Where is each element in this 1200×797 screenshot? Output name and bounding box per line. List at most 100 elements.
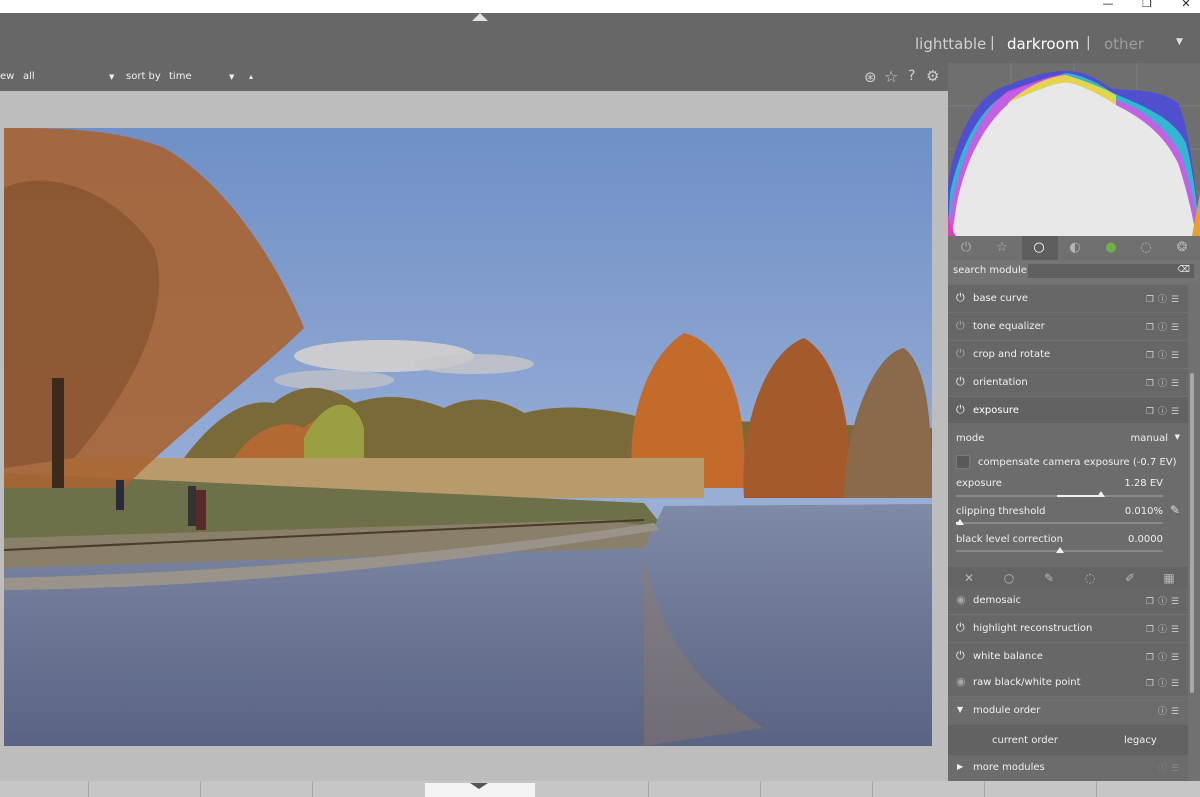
collapse-top-panel-icon[interactable] xyxy=(472,13,488,21)
black-level-slider-handle[interactable] xyxy=(1055,547,1064,553)
chevron-down-icon[interactable]: ▼ xyxy=(1176,37,1183,47)
circle-icon[interactable]: ○ xyxy=(1031,240,1047,256)
search-input[interactable] xyxy=(1028,264,1194,278)
clipping-value[interactable]: 0.010% xyxy=(1125,506,1163,517)
star-icon[interactable]: ☆ xyxy=(884,67,898,86)
shape-icon[interactable]: ◌ xyxy=(1138,240,1154,256)
star-icon[interactable]: ☆ xyxy=(994,240,1010,256)
module-actions-icons[interactable]: ❐ⓘ☰ xyxy=(1146,676,1183,689)
sort-select[interactable]: time xyxy=(169,71,192,82)
sort-label: sort by xyxy=(126,71,161,82)
power-icon[interactable]: ⏻ xyxy=(956,375,965,389)
module-tone-equalizer[interactable]: ⏻ tone equalizer ❐ⓘ☰ xyxy=(948,313,1188,341)
view-lighttable[interactable]: lighttable xyxy=(915,35,986,53)
module-highlight-reconstruction[interactable]: ⏻ highlight reconstruction ❐ⓘ☰ xyxy=(948,615,1188,643)
power-icon[interactable]: ⏻ xyxy=(956,347,965,361)
black-level-label: black level correction xyxy=(956,534,1063,545)
drawn-icon[interactable]: ✎ xyxy=(1040,571,1058,585)
module-actions-icons[interactable]: ❐ⓘ☰ xyxy=(1146,348,1183,361)
chevron-down-icon[interactable]: ▼ xyxy=(1175,433,1180,441)
clipping-slider[interactable] xyxy=(956,522,1163,524)
module-actions-icons[interactable]: ❐ⓘ☰ xyxy=(1146,292,1183,305)
current-order-label: current order xyxy=(992,735,1058,746)
color-icon[interactable]: ● xyxy=(1103,240,1119,256)
close-button[interactable]: ✕ xyxy=(1176,0,1196,10)
effects-icon[interactable]: ❂ xyxy=(1174,240,1190,256)
module-raw-black-white-point[interactable]: ◉ raw black/white point ❐ⓘ☰ xyxy=(948,669,1188,697)
right-panel-scrollbar[interactable] xyxy=(1190,373,1194,693)
exposure-value[interactable]: 1.28 EV xyxy=(1124,478,1163,489)
module-demosaic[interactable]: ◉ demosaic ❐ⓘ☰ xyxy=(948,587,1188,615)
compensate-checkbox[interactable] xyxy=(956,455,970,469)
module-name: crop and rotate xyxy=(973,349,1051,360)
module-actions-icons[interactable]: ❐ⓘ☰ xyxy=(1146,376,1183,389)
order-preset-value[interactable]: legacy xyxy=(1124,735,1157,746)
module-name: exposure xyxy=(973,405,1019,416)
parametric-icon[interactable]: ◌ xyxy=(1081,571,1099,585)
power-icon[interactable]: ⏻ xyxy=(956,319,965,333)
view-separator: | xyxy=(1086,35,1091,51)
power-icon[interactable]: ⏻ xyxy=(958,240,974,256)
more-modules-label: more modules xyxy=(973,762,1045,773)
power-icon[interactable]: ⏻ xyxy=(956,649,965,663)
view-filter-select[interactable]: all xyxy=(23,71,35,82)
clear-search-icon[interactable]: ⌫ xyxy=(1177,265,1190,275)
power-icon[interactable]: ⏻ xyxy=(956,403,965,417)
help-icon[interactable]: ? xyxy=(908,68,915,84)
exposure-slider[interactable] xyxy=(956,495,1163,497)
view-filter-label: ew xyxy=(0,71,15,82)
exposure-slider-handle[interactable] xyxy=(1096,491,1105,497)
module-order-row: current order legacy xyxy=(948,725,1188,755)
raster-icon[interactable]: ▦ xyxy=(1160,571,1178,585)
module-actions-icons[interactable]: ❐ⓘ☰ xyxy=(1146,320,1183,333)
module-actions-icons[interactable]: ❐ⓘ☰ xyxy=(1146,594,1183,607)
module-actions-icons[interactable]: ⓘ☰ xyxy=(1158,704,1183,717)
minimize-button[interactable]: — xyxy=(1098,0,1118,10)
view-other[interactable]: other xyxy=(1104,35,1144,53)
module-actions-icons[interactable]: ❐ⓘ☰ xyxy=(1146,404,1183,417)
expand-triangle-icon[interactable]: ▶ xyxy=(957,762,963,771)
view-darkroom[interactable]: darkroom xyxy=(1007,35,1079,53)
expand-triangle-icon[interactable]: ▼ xyxy=(957,705,963,714)
more-modules-section[interactable]: ▶ more modules ⓘ☰ xyxy=(948,755,1188,781)
module-name: demosaic xyxy=(973,595,1021,606)
display-icon[interactable]: ⊛ xyxy=(864,68,877,86)
module-name: orientation xyxy=(973,377,1028,388)
module-actions-icons[interactable]: ⓘ☰ xyxy=(1158,761,1183,774)
module-exposure[interactable]: ⏻ exposure ❐ⓘ☰ xyxy=(948,397,1188,425)
search-module-row: search module ⌫ xyxy=(948,260,1200,283)
image-preview[interactable] xyxy=(4,128,932,746)
gear-icon[interactable]: ⚙ xyxy=(926,67,939,85)
halftone-icon[interactable]: ◐ xyxy=(1067,240,1083,256)
module-actions-icons[interactable]: ❐ⓘ☰ xyxy=(1146,650,1183,663)
module-crop-and-rotate[interactable]: ⏻ crop and rotate ❐ⓘ☰ xyxy=(948,341,1188,369)
bottom-separator xyxy=(984,781,985,797)
power-icon[interactable]: ⏻ xyxy=(956,291,965,305)
uniform-icon[interactable]: ○ xyxy=(1000,571,1018,585)
exposure-slider-fill xyxy=(1056,495,1101,497)
search-label: search module xyxy=(953,265,1027,276)
color-picker-icon[interactable]: ✎ xyxy=(1170,503,1180,517)
histogram[interactable] xyxy=(948,63,1200,237)
collapse-bottom-panel-icon[interactable] xyxy=(470,783,488,789)
module-orientation[interactable]: ⏻ orientation ❐ⓘ☰ xyxy=(948,369,1188,397)
clipping-slider-handle[interactable] xyxy=(956,519,965,525)
always-on-icon: ◉ xyxy=(956,593,966,606)
chevron-down-icon[interactable]: ▼ xyxy=(229,73,234,81)
off-icon[interactable]: ✕ xyxy=(960,571,978,585)
drawn-parametric-icon[interactable]: ✐ xyxy=(1121,571,1139,585)
black-level-value[interactable]: 0.0000 xyxy=(1128,534,1163,545)
power-icon[interactable]: ⏻ xyxy=(956,621,965,635)
bottom-separator xyxy=(200,781,201,797)
module-order-section[interactable]: ▼ module order ⓘ☰ xyxy=(948,697,1188,725)
module-actions-icons[interactable]: ❐ⓘ☰ xyxy=(1146,622,1183,635)
image-canvas[interactable] xyxy=(0,91,948,781)
bottom-separator xyxy=(872,781,873,797)
maximize-button[interactable]: ❐ xyxy=(1137,0,1157,10)
module-base-curve[interactable]: ⏻ base curve ❐ⓘ☰ xyxy=(948,285,1188,313)
module-white-balance[interactable]: ⏻ white balance ❐ⓘ☰ xyxy=(948,643,1188,671)
mode-select[interactable]: manual xyxy=(1131,433,1168,444)
sort-direction-toggle[interactable]: ▴ xyxy=(249,72,253,81)
bottom-separator xyxy=(312,781,313,797)
chevron-down-icon[interactable]: ▼ xyxy=(109,73,114,81)
